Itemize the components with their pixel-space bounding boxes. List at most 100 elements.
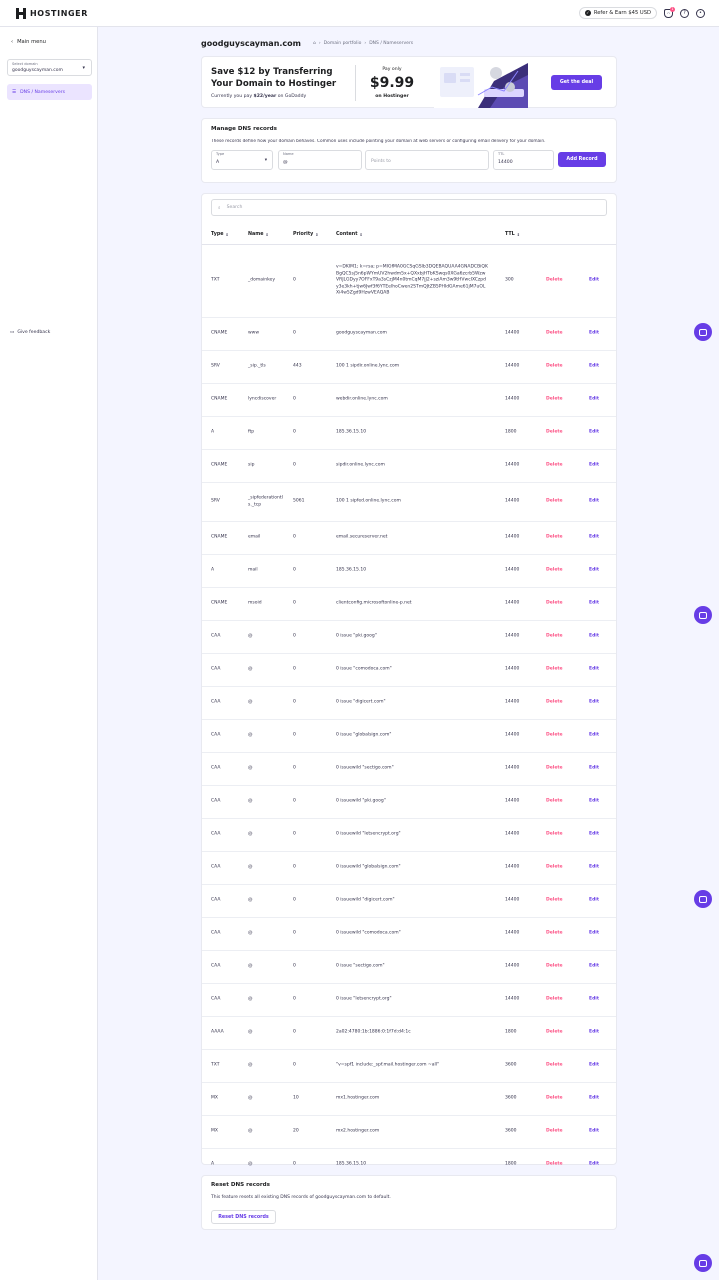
edit-button[interactable]: Edit: [589, 430, 599, 437]
delete-button[interactable]: Delete: [546, 667, 563, 674]
delete-button[interactable]: Delete: [546, 364, 563, 371]
main-menu-link[interactable]: ‹ Main menu: [11, 39, 46, 45]
chat-icon[interactable]: [694, 323, 712, 341]
edit-button[interactable]: Edit: [589, 865, 599, 872]
delete-button[interactable]: Delete: [546, 1030, 563, 1037]
record-ttl: 14400: [505, 666, 520, 672]
delete-button[interactable]: Delete: [546, 799, 563, 806]
delete-button[interactable]: Delete: [546, 964, 563, 971]
record-priority: 0: [293, 765, 296, 771]
delete-button[interactable]: Delete: [546, 601, 563, 608]
edit-button[interactable]: Edit: [589, 997, 599, 1004]
table-row: SRV _sip._tls 443 100 1 sipdir.online.lync.…: [202, 351, 616, 384]
account-icon[interactable]: •: [696, 8, 705, 18]
breadcrumb-domain-portfolio[interactable]: Domain portfolio: [324, 41, 362, 46]
record-ttl: 14400: [505, 462, 520, 468]
edit-button[interactable]: Edit: [589, 1129, 599, 1136]
select-domain-dropdown[interactable]: Select domain goodguyscayman.com ▾: [7, 59, 92, 76]
search-input[interactable]: ⌕ Search: [211, 199, 607, 216]
edit-button[interactable]: Edit: [589, 733, 599, 740]
edit-button[interactable]: Edit: [589, 799, 599, 806]
chevron-down-icon: ▾: [264, 158, 267, 163]
edit-button[interactable]: Edit: [589, 667, 599, 674]
delete-button[interactable]: Delete: [546, 898, 563, 905]
get-deal-button[interactable]: Get the deal: [551, 75, 602, 90]
home-icon[interactable]: ⌂: [313, 41, 316, 46]
edit-button[interactable]: Edit: [589, 601, 599, 608]
edit-button[interactable]: Edit: [589, 634, 599, 641]
edit-button[interactable]: Edit: [589, 766, 599, 773]
delete-button[interactable]: Delete: [546, 700, 563, 707]
record-name: @: [248, 732, 253, 738]
column-name[interactable]: Name ⇕: [248, 232, 269, 237]
delete-button[interactable]: Delete: [546, 997, 563, 1004]
edit-button[interactable]: Edit: [589, 463, 599, 470]
pay-only-label: Pay only: [382, 67, 402, 72]
delete-button[interactable]: Delete: [546, 331, 563, 338]
edit-button[interactable]: Edit: [589, 278, 599, 285]
points-to-input[interactable]: Points to: [365, 150, 489, 170]
delete-button[interactable]: Delete: [546, 499, 563, 506]
delete-button[interactable]: Delete: [546, 463, 563, 470]
delete-button[interactable]: Delete: [546, 535, 563, 542]
edit-button[interactable]: Edit: [589, 535, 599, 542]
record-ttl: 1800: [505, 429, 517, 435]
table-row: CAA @0 0 issue "comodoca.com" 14400 Delete Ed…: [202, 654, 616, 687]
edit-button[interactable]: Edit: [589, 331, 599, 338]
ttl-input[interactable]: TTL 14400: [493, 150, 554, 170]
delete-button[interactable]: Delete: [546, 1129, 563, 1136]
manage-dns-card: Manage DNS records These records define …: [201, 118, 617, 183]
delete-button[interactable]: Delete: [546, 733, 563, 740]
record-name: @: [248, 897, 253, 903]
reset-dns-button[interactable]: Reset DNS records: [211, 1210, 276, 1224]
refer-earn-button[interactable]: ✓ Refer & Earn $45 USD: [578, 7, 657, 19]
delete-button[interactable]: Delete: [546, 278, 563, 285]
give-feedback-link[interactable]: ▭ Give feedback: [10, 330, 50, 335]
hostinger-logo[interactable]: HOSTINGER: [16, 8, 88, 19]
delete-button[interactable]: Delete: [546, 865, 563, 872]
edit-button[interactable]: Edit: [589, 1063, 599, 1070]
edit-button[interactable]: Edit: [589, 964, 599, 971]
reset-dns-title: Reset DNS records: [211, 1182, 270, 1188]
help-icon[interactable]: ?: [680, 8, 689, 18]
delete-button[interactable]: Delete: [546, 397, 563, 404]
edit-button[interactable]: Edit: [589, 568, 599, 575]
column-ttl[interactable]: TTL ⇕: [505, 232, 520, 237]
column-content[interactable]: Content ⇕: [336, 232, 363, 237]
delete-button[interactable]: Delete: [546, 931, 563, 938]
delete-button[interactable]: Delete: [546, 568, 563, 575]
column-priority[interactable]: Priority ⇕: [293, 232, 318, 237]
record-name: @: [248, 765, 253, 771]
table-row: CNAME sip 0 sipdir.online.lync.com 14400 Dele…: [202, 450, 616, 483]
edit-button[interactable]: Edit: [589, 1030, 599, 1037]
edit-button[interactable]: Edit: [589, 1096, 599, 1103]
chat-icon[interactable]: [694, 1254, 712, 1272]
column-type[interactable]: Type ⇕: [211, 232, 229, 237]
delete-button[interactable]: Delete: [546, 430, 563, 437]
record-ttl: 14400: [505, 567, 520, 573]
edit-button[interactable]: Edit: [589, 397, 599, 404]
record-priority: 10: [293, 1095, 299, 1101]
delete-button[interactable]: Delete: [546, 634, 563, 641]
edit-button[interactable]: Edit: [589, 832, 599, 839]
notifications-icon[interactable]: ◠ 1: [664, 6, 675, 18]
delete-button[interactable]: Delete: [546, 766, 563, 773]
chat-icon[interactable]: [694, 890, 712, 908]
delete-button[interactable]: Delete: [546, 832, 563, 839]
edit-button[interactable]: Edit: [589, 499, 599, 506]
add-record-button[interactable]: Add Record: [558, 152, 606, 167]
chat-icon[interactable]: [694, 606, 712, 624]
edit-button[interactable]: Edit: [589, 898, 599, 905]
delete-button[interactable]: Delete: [546, 1096, 563, 1103]
delete-button[interactable]: Delete: [546, 1063, 563, 1070]
delete-button[interactable]: Delete: [546, 1162, 563, 1169]
record-type: A: [211, 429, 215, 435]
edit-button[interactable]: Edit: [589, 1162, 599, 1169]
edit-button[interactable]: Edit: [589, 364, 599, 371]
record-type: CAA: [211, 765, 221, 771]
edit-button[interactable]: Edit: [589, 700, 599, 707]
sidebar-item-dns-nameservers[interactable]: ☰ DNS / Nameservers: [7, 84, 92, 100]
record-type-select[interactable]: Type A ▾: [211, 150, 273, 170]
record-name-input[interactable]: Name @: [278, 150, 362, 170]
edit-button[interactable]: Edit: [589, 931, 599, 938]
